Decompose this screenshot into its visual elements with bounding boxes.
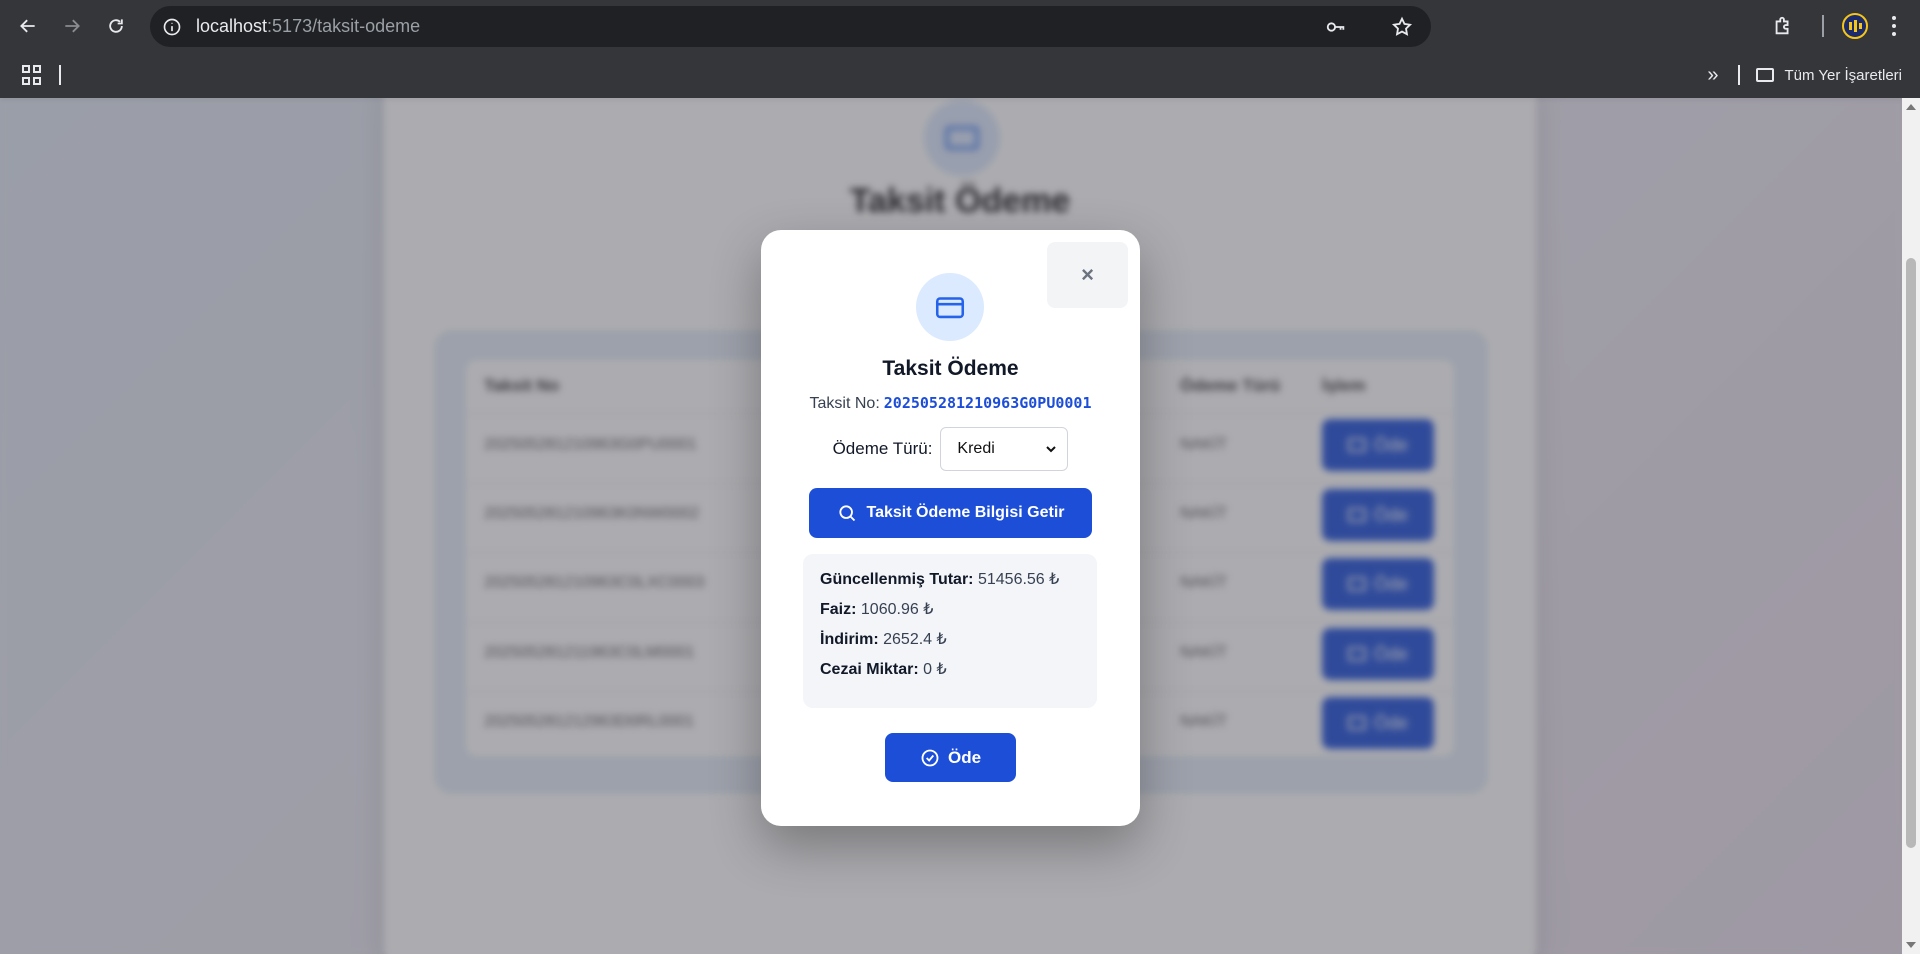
fetch-payment-info-button[interactable]: Taksit Ödeme Bilgisi Getir	[809, 488, 1092, 538]
apps-grid-icon[interactable]	[22, 65, 42, 85]
page-scrollbar[interactable]	[1902, 98, 1920, 954]
star-icon[interactable]	[1391, 16, 1413, 38]
search-icon	[838, 505, 855, 522]
taksit-no-value: 202505281210963G0PU0001	[883, 394, 1092, 412]
key-icon[interactable]	[1325, 16, 1347, 38]
all-bookmarks-link[interactable]: Tüm Yer İşaretleri	[1784, 67, 1902, 84]
page-viewport: Taksit Ödeme Taksit No Ödeme Türü İşlem …	[0, 98, 1902, 954]
updated-amount-line: Güncellenmiş Tutar: 51456.56 ₺	[820, 571, 1060, 588]
site-info-icon[interactable]	[162, 17, 182, 37]
bookmarks-divider-right	[1738, 65, 1741, 85]
extensions-icon[interactable]	[1772, 15, 1794, 37]
scrollbar-thumb[interactable]	[1906, 258, 1916, 848]
close-icon: ×	[1081, 262, 1094, 287]
modal-title: Taksit Ödeme	[882, 357, 1019, 380]
odeme-turu-label: Ödeme Türü:	[832, 439, 933, 458]
bookmarks-divider	[59, 65, 61, 85]
pay-button-label: Öde	[947, 747, 982, 767]
penalty-line: Cezai Miktar: 0 ₺	[820, 661, 947, 678]
fetch-button-label: Taksit Ödeme Bilgisi Getir	[866, 504, 1065, 521]
bookmarks-overflow-icon[interactable]: »	[1707, 64, 1718, 87]
reload-icon[interactable]	[94, 4, 138, 48]
forward-icon[interactable]	[50, 4, 94, 48]
scroll-up-icon[interactable]	[1906, 104, 1916, 110]
browser-menu-icon[interactable]	[1892, 16, 1896, 36]
chevron-down-icon	[1046, 446, 1057, 453]
discount-line: İndirim: 2652.4 ₺	[820, 631, 947, 648]
url-text[interactable]: localhost:5173/taksit-odeme	[196, 16, 420, 37]
taksit-no-label: Taksit No:	[809, 395, 880, 412]
odeme-turu-selected: Kredi	[957, 440, 995, 457]
interest-line: Faiz: 1060.96 ₺	[820, 601, 934, 618]
bookmarks-bar: » Tüm Yer İşaretleri	[0, 52, 1920, 98]
address-bar[interactable]: localhost:5173/taksit-odeme	[150, 6, 1431, 47]
payment-info-box: Güncellenmiş Tutar: 51456.56 ₺ Faiz: 106…	[803, 554, 1097, 708]
toolbar-divider	[1822, 15, 1824, 37]
pay-button[interactable]: Öde	[885, 733, 1016, 782]
folder-icon	[1756, 68, 1775, 82]
close-button[interactable]: ×	[1047, 242, 1128, 308]
taksit-no-line: Taksit No: 202505281210963G0PU0001	[761, 394, 1140, 413]
odeme-turu-select[interactable]: Kredi	[940, 427, 1069, 471]
check-circle-icon	[921, 749, 939, 766]
scroll-down-icon[interactable]	[1906, 942, 1916, 948]
back-icon[interactable]	[6, 4, 50, 48]
profile-avatar-icon[interactable]	[1842, 13, 1868, 39]
credit-card-icon	[916, 273, 984, 341]
browser-toolbar: localhost:5173/taksit-odeme	[0, 0, 1920, 52]
payment-modal: × Taksit Ödeme Taksit No: 202505281210963…	[761, 230, 1140, 826]
odeme-turu-row: Ödeme Türü: Kredi	[761, 426, 1140, 472]
